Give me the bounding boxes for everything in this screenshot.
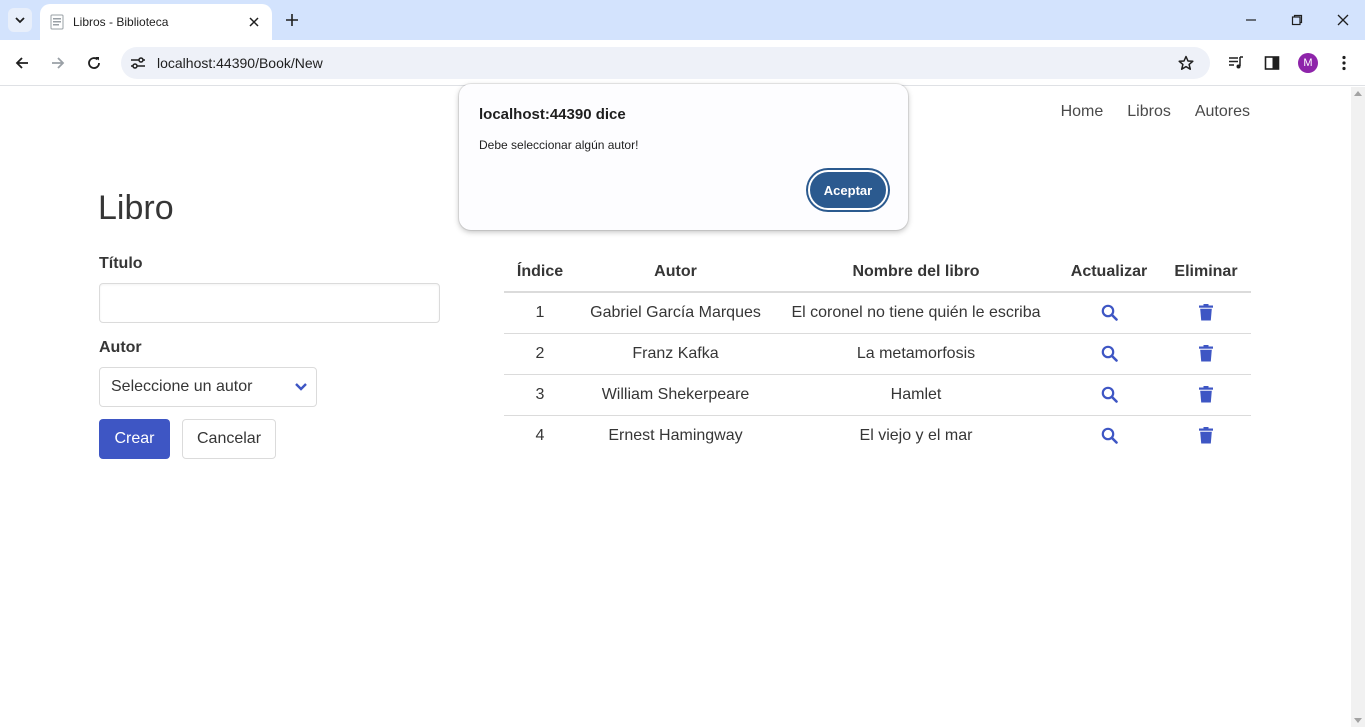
side-panel-icon: [1264, 56, 1280, 70]
top-nav: Home Libros Autores: [1061, 103, 1250, 121]
trash-icon[interactable]: [1196, 303, 1216, 323]
trash-icon[interactable]: [1196, 385, 1216, 405]
books-table: Índice Autor Nombre del libro Actualizar…: [504, 253, 1251, 456]
table-row: 4 Ernest Hamingway El viejo y el mar: [504, 415, 1251, 456]
dialog-ok-button[interactable]: Aceptar: [808, 170, 888, 210]
header-nombre: Nombre del libro: [775, 253, 1057, 293]
search-icon[interactable]: [1099, 344, 1119, 364]
bookmark-button[interactable]: [1172, 49, 1200, 77]
row-book: La metamorfosis: [775, 333, 1057, 375]
trash-icon[interactable]: [1196, 426, 1216, 446]
side-panel-button[interactable]: [1258, 49, 1286, 77]
row-index: 2: [504, 333, 576, 375]
page-favicon-icon: [50, 14, 64, 30]
dialog-title: localhost:44390 dice: [479, 106, 626, 123]
nav-link-home[interactable]: Home: [1061, 103, 1104, 121]
row-index: 1: [504, 292, 576, 334]
row-author: William Shekerpeare: [576, 374, 775, 416]
row-index: 3: [504, 374, 576, 416]
cancel-button[interactable]: Cancelar: [182, 419, 276, 459]
row-book: El viejo y el mar: [859, 426, 973, 444]
row-index: 4: [535, 426, 545, 444]
plus-icon: [286, 14, 298, 26]
titulo-input[interactable]: [99, 283, 440, 323]
site-info-button[interactable]: [127, 52, 149, 74]
scroll-down-arrow-icon[interactable]: [1354, 718, 1362, 723]
url-text[interactable]: localhost:44390/Book/New: [157, 55, 1172, 71]
chevron-down-icon: [286, 377, 316, 397]
dialog-message: Debe seleccionar algún autor!: [479, 138, 639, 152]
forward-button[interactable]: [44, 49, 72, 77]
create-button[interactable]: Crear: [99, 419, 170, 459]
close-window-button[interactable]: [1329, 6, 1357, 34]
row-author: Franz Kafka: [576, 333, 775, 375]
tab-title: Libros - Biblioteca: [73, 15, 169, 29]
nav-link-autores[interactable]: Autores: [1195, 103, 1250, 121]
page-title: Libro: [98, 189, 174, 227]
autor-label: Autor: [99, 339, 142, 356]
table-row: 2 Franz Kafka La metamorfosis: [504, 333, 1251, 375]
trash-icon[interactable]: [1196, 344, 1216, 364]
new-tab-button[interactable]: [280, 8, 304, 32]
close-icon: [1337, 14, 1349, 26]
header-indice: Índice: [504, 253, 576, 293]
address-bar[interactable]: localhost:44390/Book/New: [121, 47, 1210, 79]
page-scrollbar[interactable]: [1351, 87, 1365, 727]
reload-icon: [88, 57, 100, 69]
more-vert-icon: [1342, 55, 1346, 71]
alert-dialog: localhost:44390 dice Debe seleccionar al…: [459, 84, 908, 230]
table-header-row: Índice Autor Nombre del libro Actualizar…: [504, 253, 1251, 293]
menu-button[interactable]: [1330, 49, 1358, 77]
avatar: M: [1298, 53, 1318, 73]
header-eliminar: Eliminar: [1161, 253, 1251, 293]
star-icon: [1178, 55, 1194, 70]
header-autor: Autor: [576, 253, 775, 293]
restore-icon: [1291, 14, 1303, 26]
tune-icon: [131, 57, 145, 69]
autor-select[interactable]: Seleccione un autor: [99, 367, 317, 407]
arrow-right-icon: [52, 57, 65, 69]
media-button[interactable]: [1222, 49, 1250, 77]
table-row: 1 Gabriel García Marques El coronel no t…: [504, 292, 1251, 334]
table-row: 3 William Shekerpeare Hamlet: [504, 374, 1251, 416]
back-button[interactable]: [8, 49, 36, 77]
nav-link-libros[interactable]: Libros: [1127, 103, 1171, 121]
row-book: El coronel no tiene quién le escriba: [775, 292, 1057, 334]
minimize-icon: [1246, 19, 1256, 21]
restore-button[interactable]: [1283, 6, 1311, 34]
search-icon[interactable]: [1099, 303, 1119, 323]
chevron-down-icon: [15, 17, 25, 24]
browser-toolbar: localhost:44390/Book/New M: [0, 40, 1365, 86]
tab-search-button[interactable]: [8, 8, 32, 32]
row-book: Hamlet: [775, 374, 1057, 416]
search-icon[interactable]: [1099, 426, 1119, 446]
minimize-button[interactable]: [1237, 6, 1265, 34]
browser-tabstrip: Libros - Biblioteca: [0, 0, 1365, 40]
arrow-left-icon: [15, 57, 28, 69]
reload-button[interactable]: [80, 49, 108, 77]
titulo-label: Título: [99, 255, 143, 272]
search-icon[interactable]: [1099, 385, 1119, 405]
queue-music-icon: [1229, 56, 1243, 69]
row-author: Ernest Hamingway: [608, 426, 743, 444]
row-author: Gabriel García Marques: [576, 292, 775, 334]
profile-button[interactable]: M: [1294, 49, 1322, 77]
tab-close-button[interactable]: [244, 12, 264, 32]
close-icon: [249, 17, 259, 27]
scroll-up-arrow-icon[interactable]: [1354, 91, 1362, 96]
header-actualizar: Actualizar: [1057, 253, 1161, 293]
autor-select-value: Seleccione un autor: [111, 378, 253, 395]
browser-tab[interactable]: Libros - Biblioteca: [40, 4, 272, 40]
